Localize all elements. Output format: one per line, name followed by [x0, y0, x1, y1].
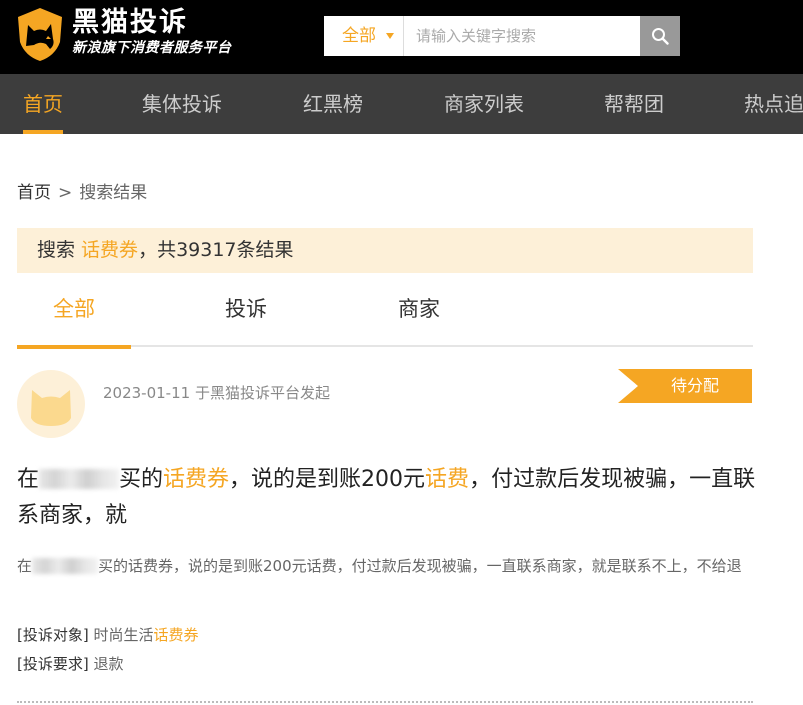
- title-middle: ，说的是到账200元: [229, 467, 426, 492]
- search-scope-label: 全部: [342, 26, 376, 46]
- card-divider: [17, 701, 753, 703]
- complaint-demand: [投诉要求] 退款: [17, 653, 124, 675]
- demand-label: [投诉要求]: [17, 655, 89, 673]
- tab-merchants[interactable]: 商家: [362, 283, 476, 347]
- target-label: [投诉对象]: [17, 626, 89, 644]
- complaint-description: 在 买的话费券，说的是到账200元话费，付过款后发现被骗，一直联系商家，就是联系不…: [17, 552, 757, 581]
- nav-item-group-complaint[interactable]: 集体投诉: [142, 74, 222, 134]
- search-bar: 全部: [324, 16, 680, 56]
- desc-rest: 买的话费券，说的是到账200元话费，付过款后发现被骗，一直联系商家，就是联系不上…: [98, 557, 742, 575]
- target-value[interactable]: 时尚生活: [94, 626, 154, 644]
- demand-value: 退款: [93, 655, 124, 673]
- nav-item-red-black-list[interactable]: 红黑榜: [303, 74, 363, 134]
- status-badge[interactable]: 待分配: [618, 369, 752, 403]
- target-highlight[interactable]: 话费券: [154, 626, 199, 644]
- complaint-target: [投诉对象] 时尚生活话费券: [17, 624, 199, 646]
- status-label: 待分配: [670, 376, 719, 395]
- nav-item-merchant-list[interactable]: 商家列表: [444, 74, 524, 134]
- search-icon: [652, 28, 669, 45]
- nav-item-help-group[interactable]: 帮帮团: [604, 74, 664, 134]
- search-result-summary: 搜索 话费券，共39317条结果: [17, 228, 753, 273]
- breadcrumb: 首页 > 搜索结果: [17, 182, 147, 204]
- brand[interactable]: 黑猫投诉 新浪旗下消费者服务平台: [72, 8, 232, 58]
- result-count: ，共39317条结果: [138, 239, 294, 261]
- avatar[interactable]: [17, 370, 85, 438]
- main-nav: 首页 集体投诉 红黑榜 商家列表 帮帮团 热点追: [0, 74, 803, 134]
- blurred-merchant-name: [39, 469, 120, 489]
- title-highlight-keyword-2: 话费: [425, 467, 470, 492]
- site-header: 黑猫投诉 新浪旗下消费者服务平台 全部: [0, 0, 803, 74]
- brand-tagline: 新浪旗下消费者服务平台: [72, 40, 232, 56]
- blurred-merchant-name-desc: [32, 558, 99, 574]
- search-input[interactable]: [404, 16, 640, 56]
- cat-avatar-icon: [31, 390, 71, 426]
- nav-item-hot-topics[interactable]: 热点追: [744, 74, 803, 134]
- desc-lead: 在: [17, 557, 33, 575]
- black-cat-logo-icon[interactable]: [15, 6, 65, 62]
- caret-down-icon: [386, 33, 394, 39]
- tab-complaints[interactable]: 投诉: [189, 283, 303, 347]
- brand-name: 黑猫投诉: [72, 7, 188, 38]
- result-keyword: 话费券: [81, 239, 139, 261]
- search-button[interactable]: [640, 16, 680, 56]
- title-lead: 在: [17, 467, 40, 492]
- search-scope-select[interactable]: 全部: [324, 16, 404, 56]
- breadcrumb-separator: >: [58, 183, 73, 203]
- tab-all[interactable]: 全部: [17, 283, 131, 349]
- result-tabs: 全部 投诉 商家: [17, 283, 753, 349]
- nav-item-home[interactable]: 首页: [23, 74, 63, 134]
- result-prefix: 搜索: [37, 239, 82, 261]
- complaint-title-link[interactable]: 在买的话费券，说的是到账200元话费，付过款后发现被骗，一直联系商家，就: [17, 462, 757, 534]
- complaint-meta: 2023-01-11 于黑猫投诉平台发起: [103, 384, 330, 402]
- breadcrumb-home-link[interactable]: 首页: [17, 183, 51, 203]
- title-highlight-keyword: 话费券: [163, 467, 230, 492]
- breadcrumb-current: 搜索结果: [79, 183, 148, 203]
- title-after-blur: 买的: [119, 467, 164, 492]
